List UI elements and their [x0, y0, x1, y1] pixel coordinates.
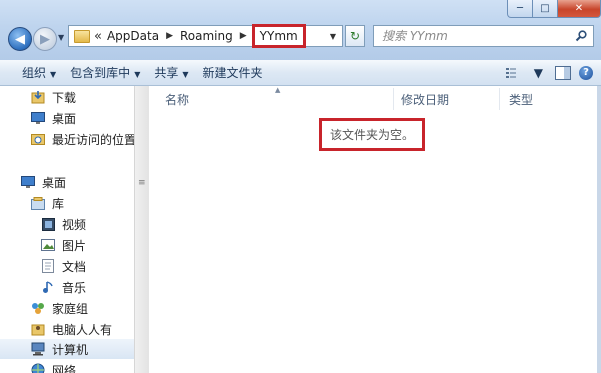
sidebar-item-label: 视频 — [62, 217, 87, 232]
minimize-button[interactable]: ─ — [507, 0, 533, 18]
sidebar-item-label: 桌面 — [42, 175, 67, 190]
sidebar-item-label: 图片 — [62, 238, 87, 253]
recent-pages-dropdown[interactable]: ▼ — [58, 33, 64, 42]
share-label: 共享 — [154, 66, 179, 80]
library-icon — [30, 196, 46, 210]
desktop-icon — [30, 111, 46, 125]
sidebar-item-videos[interactable]: 视频 — [40, 214, 86, 234]
document-icon — [40, 259, 56, 273]
breadcrumb-appdata[interactable]: AppData — [106, 29, 160, 43]
sidebar-item-downloads[interactable]: 下载 — [30, 87, 76, 107]
column-header-type[interactable]: 类型 — [509, 86, 533, 112]
column-header-modified[interactable]: 修改日期 — [401, 86, 449, 112]
sidebar-item-label: 下载 — [52, 90, 77, 105]
empty-folder-message: 该文件夹为空。 — [319, 118, 426, 151]
sidebar-item-desktop[interactable]: 桌面 — [20, 172, 66, 192]
sidebar-item-computer[interactable]: 计算机 — [0, 339, 134, 359]
refresh-button[interactable]: ↻ — [345, 25, 365, 47]
column-divider[interactable] — [499, 88, 500, 110]
back-button[interactable]: ◀ — [8, 27, 32, 51]
chevron-down-icon: ▼ — [134, 70, 141, 79]
sidebar-item-label: 音乐 — [62, 280, 87, 295]
sidebar-item-homegroup[interactable]: 家庭组 — [30, 298, 88, 318]
forward-button[interactable]: ▶ — [33, 27, 57, 51]
close-button[interactable]: ✕ — [558, 0, 601, 18]
change-view-icon[interactable] — [505, 67, 522, 79]
overflow-chevron-icon[interactable]: « — [94, 29, 102, 44]
sidebar-item-label: 库 — [52, 196, 65, 211]
breadcrumb-roaming[interactable]: Roaming — [179, 29, 234, 43]
new-folder-button[interactable]: 新建文件夹 — [196, 64, 270, 81]
user-folder-icon — [30, 322, 46, 336]
navigation-pane: 下载 桌面 最近访问的位置 桌面 库 视频 图片 文档 音乐 家庭组 电脑人人有 — [0, 86, 134, 373]
address-bar[interactable]: « AppData ▶ Roaming ▶ YYmm ▼ — [68, 24, 343, 48]
preview-pane-icon[interactable] — [555, 65, 571, 80]
file-list: ▲ 名称 修改日期 类型 该文件夹为空。 — [149, 86, 601, 373]
window-border — [597, 86, 601, 373]
search-input[interactable] — [374, 28, 573, 44]
sidebar-item-desktop-favorite[interactable]: 桌面 — [30, 108, 76, 128]
search-box[interactable] — [373, 25, 594, 47]
pane-splitter[interactable]: ≡ — [134, 86, 150, 373]
sidebar-item-label: 家庭组 — [52, 301, 89, 316]
address-history-dropdown[interactable]: ▼ — [330, 32, 336, 41]
music-icon — [40, 280, 56, 294]
recent-places-icon — [30, 132, 46, 146]
picture-icon — [40, 238, 56, 252]
view-options-dropdown-icon[interactable]: ▼ — [530, 66, 547, 80]
share-menu[interactable]: 共享 ▼ — [147, 64, 195, 81]
organize-label: 组织 — [22, 66, 47, 80]
window-controls: ─ □ ✕ — [507, 0, 601, 18]
sidebar-item-library[interactable]: 库 — [30, 193, 64, 213]
sidebar-item-label: 电脑人人有 — [52, 322, 113, 337]
folder-icon — [74, 29, 90, 43]
sidebar-item-label: 网络 — [52, 363, 77, 373]
chevron-down-icon: ▼ — [50, 70, 57, 79]
sort-indicator-icon: ▲ — [275, 86, 281, 94]
sidebar-item-pictures[interactable]: 图片 — [40, 235, 86, 255]
chevron-down-icon: ▼ — [182, 70, 189, 79]
sidebar-item-label: 最近访问的位置 — [52, 132, 134, 147]
homegroup-icon — [30, 301, 46, 315]
column-divider[interactable] — [393, 88, 394, 110]
breadcrumb-separator-icon[interactable]: ▶ — [166, 31, 173, 41]
desktop-icon — [20, 175, 36, 189]
sidebar-item-music[interactable]: 音乐 — [40, 277, 86, 297]
download-folder-icon — [30, 90, 46, 104]
breadcrumb-current-folder[interactable]: YYmm — [251, 24, 306, 48]
title-bar: ─ □ ✕ ◀ ▶ ▼ « AppData ▶ Roaming ▶ YYmm ▼… — [0, 0, 601, 60]
breadcrumb-separator-icon[interactable]: ▶ — [240, 31, 247, 41]
maximize-button[interactable]: □ — [533, 0, 558, 18]
command-bar: 组织 ▼ 包含到库中 ▼ 共享 ▼ 新建文件夹 ▼ ? — [0, 60, 601, 86]
include-in-library-menu[interactable]: 包含到库中 ▼ — [63, 64, 147, 81]
computer-icon — [30, 342, 46, 356]
column-header-name[interactable]: 名称 — [165, 86, 189, 112]
help-icon[interactable]: ? — [579, 65, 593, 80]
search-icon[interactable] — [573, 30, 589, 42]
sidebar-item-label: 文档 — [62, 259, 87, 274]
network-icon — [30, 363, 46, 373]
sidebar-item-network[interactable]: 网络 — [30, 360, 76, 373]
include-in-library-label: 包含到库中 — [70, 66, 131, 80]
video-icon — [40, 217, 56, 231]
sidebar-item-label: 桌面 — [52, 111, 77, 126]
sidebar-item-label: 计算机 — [52, 342, 89, 357]
splitter-grip-icon[interactable]: ≡ — [138, 178, 146, 188]
organize-menu[interactable]: 组织 ▼ — [0, 64, 63, 81]
sidebar-item-recent-places[interactable]: 最近访问的位置 — [30, 129, 134, 149]
sidebar-item-user-folder[interactable]: 电脑人人有 — [30, 319, 112, 339]
sidebar-item-documents[interactable]: 文档 — [40, 256, 86, 276]
